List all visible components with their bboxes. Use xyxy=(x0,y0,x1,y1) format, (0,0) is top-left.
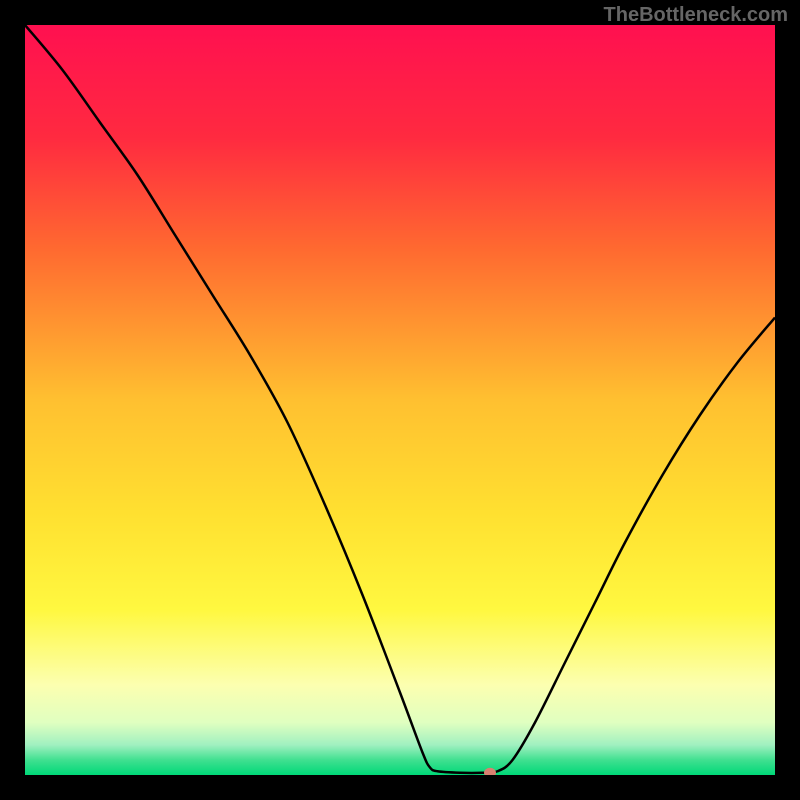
gradient-background xyxy=(25,25,775,775)
chart-svg xyxy=(25,25,775,775)
plot-area xyxy=(25,25,775,775)
watermark-text: TheBottleneck.com xyxy=(604,4,788,27)
chart-container: TheBottleneck.com xyxy=(0,0,800,800)
